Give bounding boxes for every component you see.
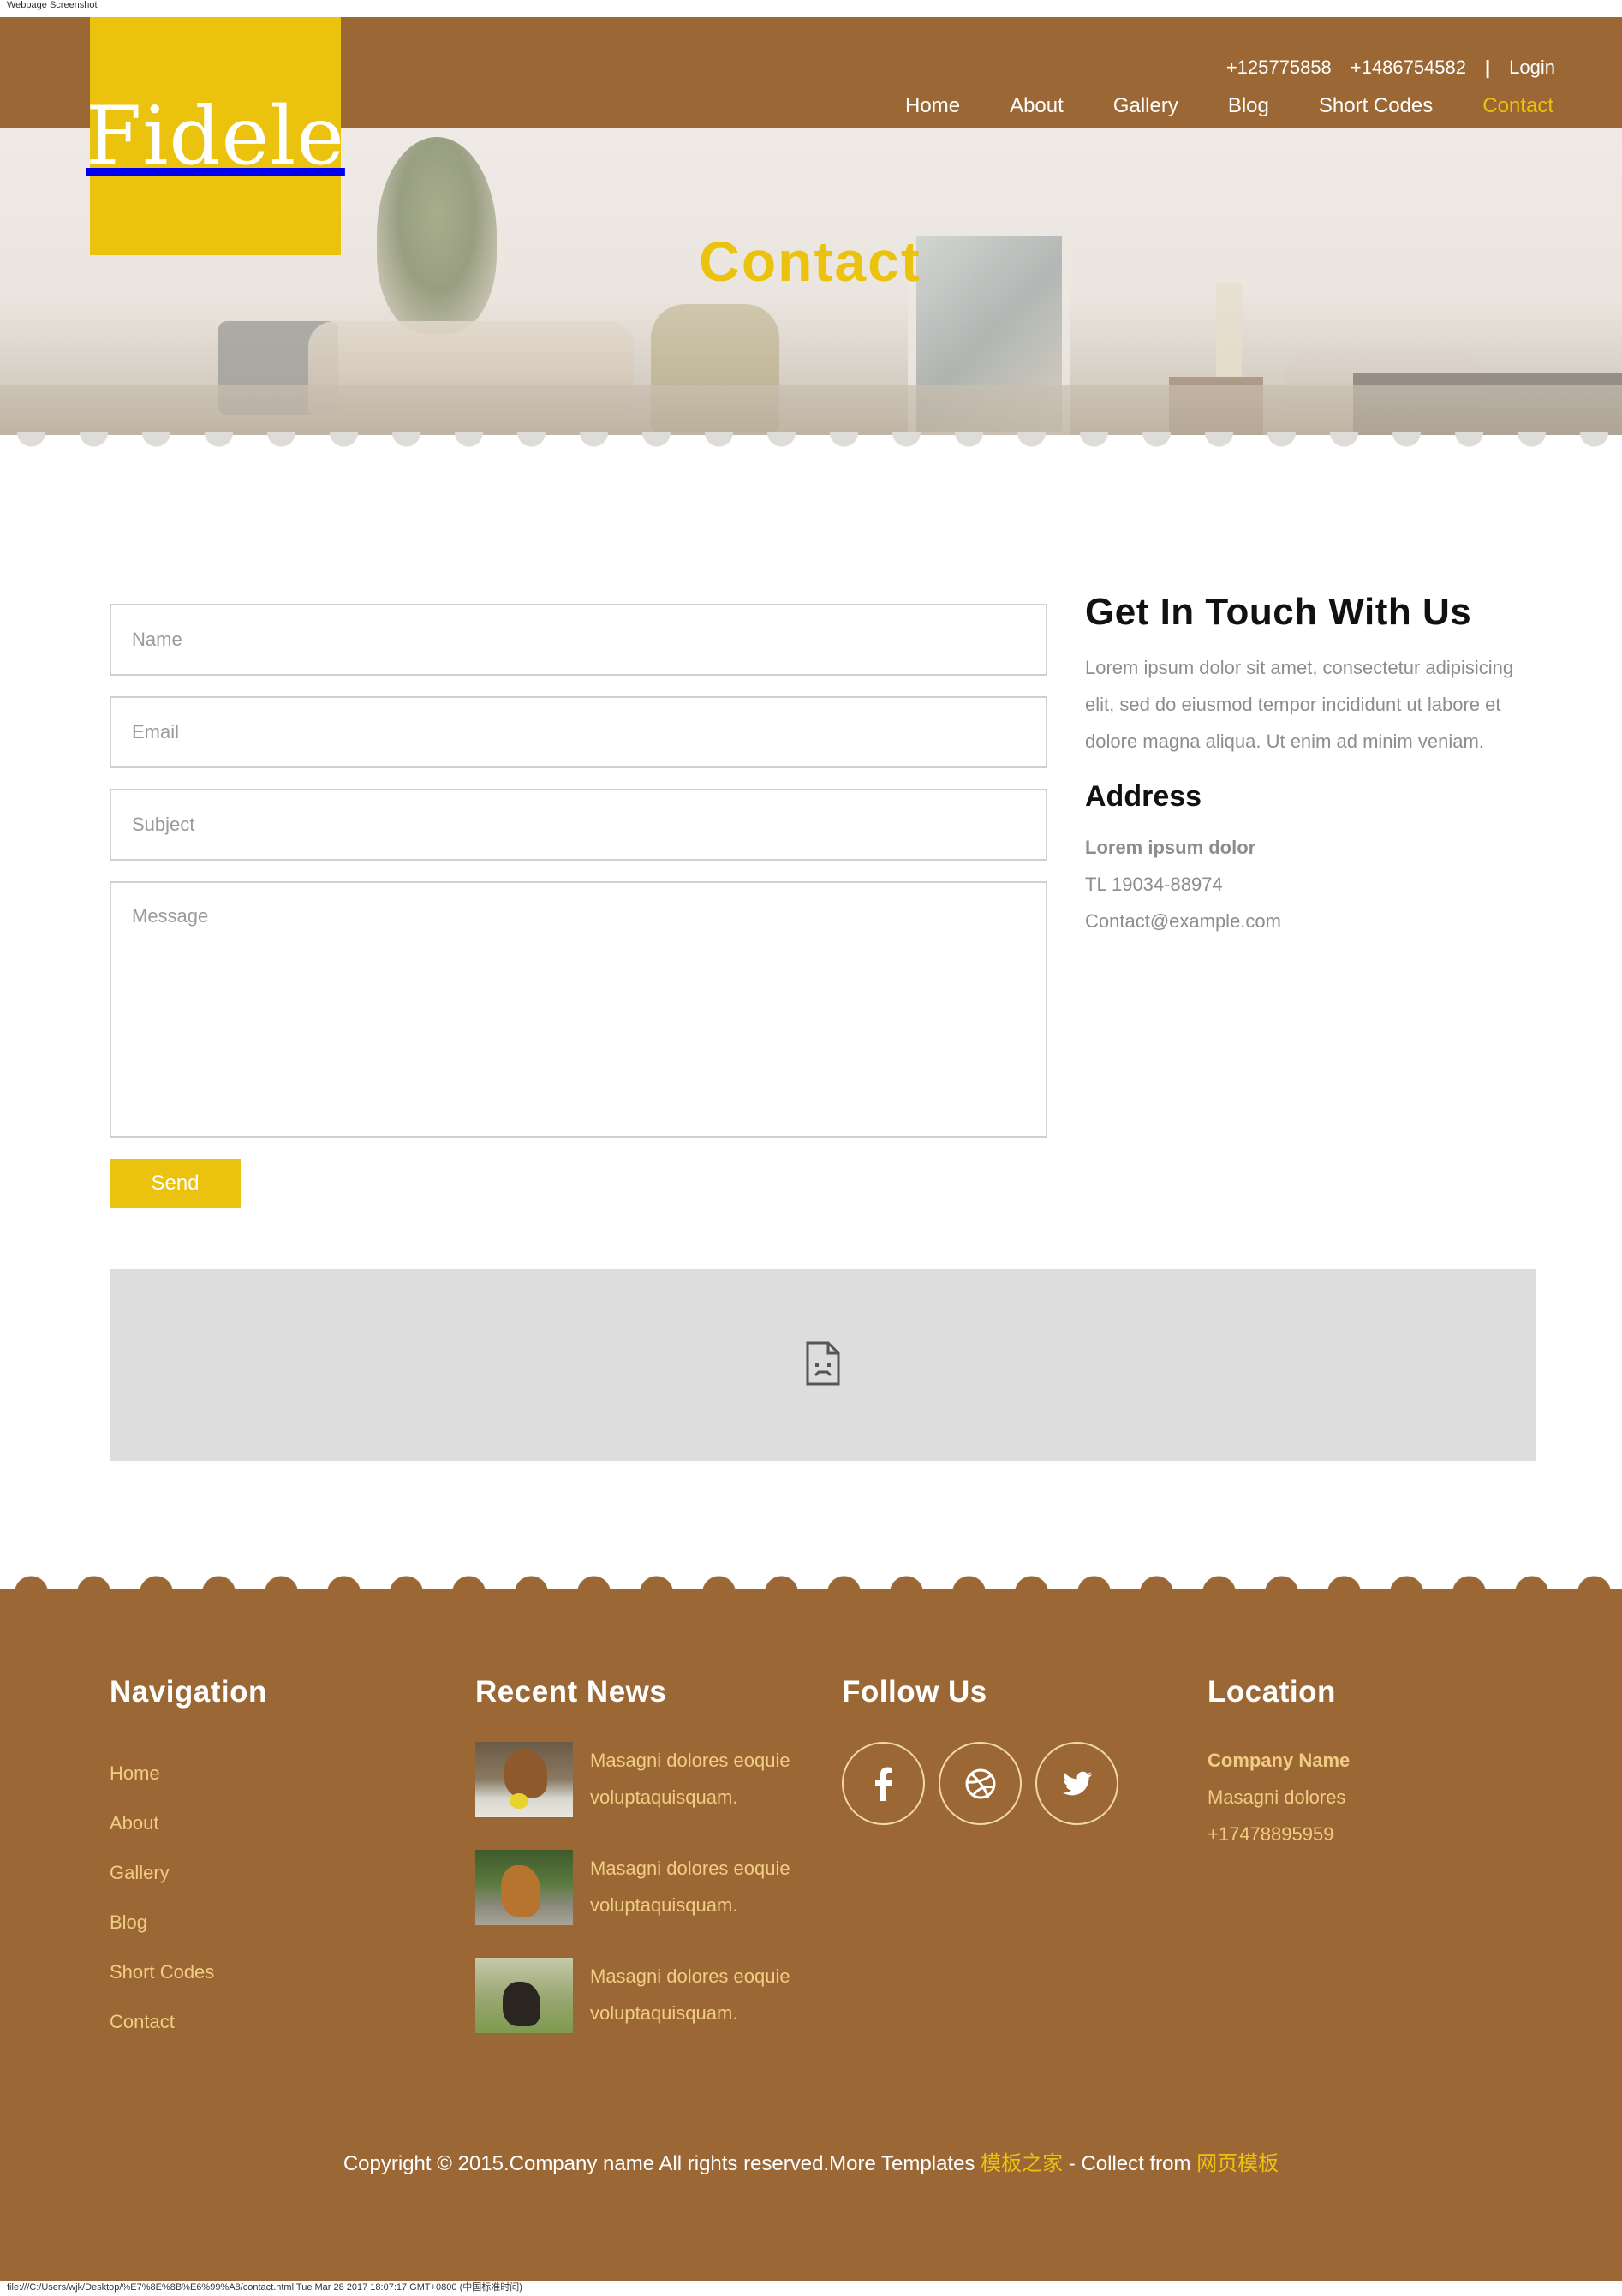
screenshot-caption: Webpage Screenshot (7, 0, 98, 10)
recent-news-heading: Recent News (475, 1675, 667, 1709)
topline-separator: | (1485, 57, 1491, 78)
footer-recent-news: Recent News Masagni dolores eoquie volup… (475, 1675, 818, 2066)
news-text-line: voluptaquisquam. (590, 1894, 738, 1916)
copyright-link-templates[interactable]: 模板之家 (981, 2152, 1063, 2175)
news-text-line: voluptaquisquam. (590, 2002, 738, 2024)
send-button[interactable]: Send (110, 1159, 241, 1208)
news-thumbnail[interactable] (475, 1742, 573, 1817)
info-text: Lorem ipsum dolor sit amet, consectetur … (1085, 657, 1514, 752)
copyright-mid: - Collect from (1063, 2152, 1197, 2175)
hero-scallop-edge (0, 432, 1622, 453)
location-details: Company Name Masagni dolores +1747889595… (1208, 1742, 1350, 1852)
site-logo[interactable]: Fidele (86, 17, 344, 255)
footer-nav-short-codes[interactable]: Short Codes (110, 1961, 214, 1983)
dribbble-icon[interactable] (939, 1742, 1022, 1825)
address-phone: TL 19034-88974 (1085, 874, 1223, 895)
copyright-link-collect[interactable]: 网页模板 (1196, 2152, 1279, 2175)
contact-bar: +125775858 +1486754582 | Login (1226, 57, 1555, 79)
nav-item-home[interactable]: Home (905, 94, 960, 118)
footer-nav-contact[interactable]: Contact (110, 2011, 175, 2032)
phone-number-1: +125775858 (1225, 57, 1332, 78)
news-text-line: Masagni dolores eoquie (590, 1965, 790, 1987)
subject-field[interactable] (110, 789, 1047, 861)
location-heading: Location (1208, 1675, 1336, 1709)
footer-nav-home[interactable]: Home (110, 1762, 160, 1784)
news-item[interactable]: Masagni dolores eoquie voluptaquisquam. (475, 1742, 818, 1817)
copyright: Copyright © 2015.Company name All rights… (0, 2146, 1622, 2176)
address-email: Contact@example.com (1085, 910, 1281, 932)
follow-heading: Follow Us (842, 1675, 987, 1709)
main-nav: Home About Gallery Blog Short Codes Cont… (905, 94, 1553, 118)
nav-item-gallery[interactable]: Gallery (1113, 94, 1178, 118)
address-heading: Address (1085, 780, 1202, 813)
footer-nav-heading: Navigation (110, 1675, 267, 1709)
nav-item-blog[interactable]: Blog (1228, 94, 1269, 118)
news-item[interactable]: Masagni dolores eoquie voluptaquisquam. (475, 1850, 818, 1925)
nav-item-about[interactable]: About (1010, 94, 1064, 118)
company-name: Company Name (1208, 1750, 1351, 1771)
social-links (842, 1742, 1118, 1825)
address-line: Lorem ipsum dolor (1085, 837, 1256, 858)
footer-location: Location Company Name Masagni dolores +1… (1208, 1675, 1350, 1852)
footer-nav-blog[interactable]: Blog (110, 1911, 147, 1933)
info-heading: Get In Touch With Us (1085, 591, 1472, 633)
news-text-line: voluptaquisquam. (590, 1786, 738, 1808)
copyright-text: Copyright © 2015.Company name All rights… (343, 2152, 981, 2175)
news-text-line: Masagni dolores eoquie (590, 1858, 790, 1879)
name-field[interactable] (110, 604, 1047, 676)
login-link[interactable]: Login (1509, 57, 1555, 79)
news-thumbnail[interactable] (475, 1850, 573, 1925)
phone-number-2: +1486754582 (1350, 57, 1466, 78)
contact-info: Get In Touch With Us Lorem ipsum dolor s… (1085, 591, 1539, 939)
status-bar: file:///C:/Users/wjk/Desktop/%E7%8E%8B%E… (7, 2282, 522, 2293)
news-text-line: Masagni dolores eoquie (590, 1750, 790, 1771)
news-list: Masagni dolores eoquie voluptaquisquam. … (475, 1742, 818, 2033)
location-phone: +17478895959 (1208, 1823, 1334, 1845)
nav-item-contact[interactable]: Contact (1482, 94, 1553, 118)
footer-nav-gallery[interactable]: Gallery (110, 1862, 170, 1883)
news-thumbnail[interactable] (475, 1958, 573, 2033)
page-title: Contact (699, 230, 921, 293)
email-field[interactable] (110, 696, 1047, 768)
site-footer: Navigation Home About Gallery Blog Short… (0, 1589, 1622, 2281)
contact-form: Send (110, 604, 1047, 1208)
nav-item-short-codes[interactable]: Short Codes (1319, 94, 1433, 118)
logo-text: Fidele (86, 89, 345, 183)
footer-navigation: Navigation Home About Gallery Blog Short… (110, 1675, 267, 2047)
location-line: Masagni dolores (1208, 1786, 1346, 1808)
map-embed[interactable] (110, 1269, 1536, 1461)
footer-follow: Follow Us (842, 1675, 1118, 1825)
message-field[interactable] (110, 881, 1047, 1138)
facebook-icon[interactable] (842, 1742, 925, 1825)
broken-document-icon (804, 1341, 842, 1390)
footer-nav-about[interactable]: About (110, 1812, 159, 1834)
address-block: Lorem ipsum dolor TL 19034-88974 Contact… (1085, 829, 1539, 939)
news-item[interactable]: Masagni dolores eoquie voluptaquisquam. (475, 1958, 818, 2033)
twitter-icon[interactable] (1035, 1742, 1118, 1825)
footer-nav-list: Home About Gallery Blog Short Codes Cont… (110, 1749, 267, 2047)
